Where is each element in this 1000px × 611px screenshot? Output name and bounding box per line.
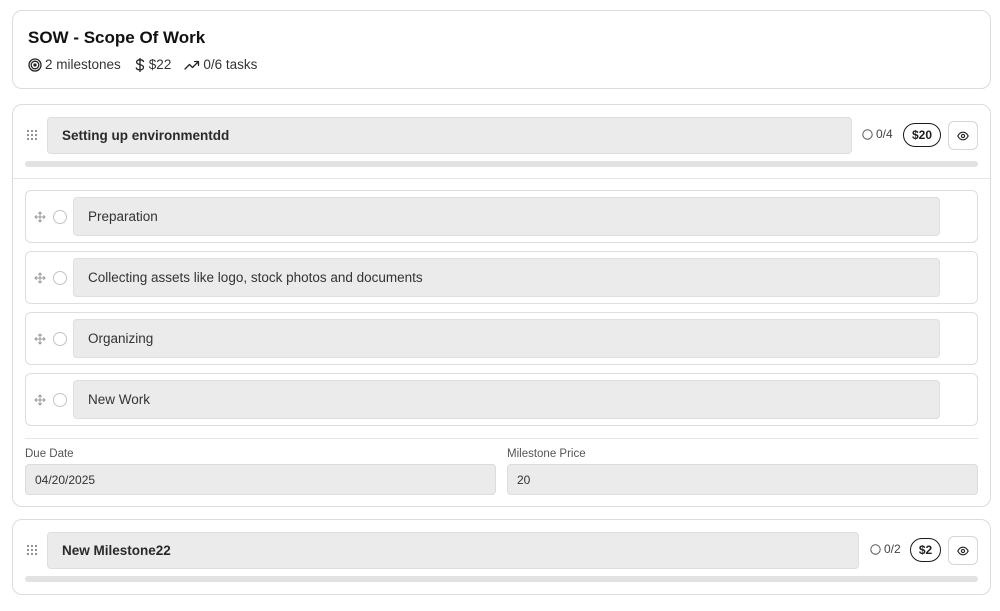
task-checkbox[interactable] — [53, 210, 67, 224]
eye-icon — [957, 546, 969, 555]
milestone-name-input[interactable]: Setting up environmentdd — [47, 117, 852, 154]
drag-handle-icon[interactable] — [26, 129, 38, 141]
move-icon[interactable] — [34, 272, 46, 284]
dollar-icon — [135, 57, 144, 72]
milestone-task-count-text: 0/2 — [884, 542, 901, 556]
sow-header-card: SOW - Scope Of Work 2 milestones $22 0/6… — [12, 10, 991, 89]
due-date-label: Due Date — [25, 448, 74, 460]
toggle-visibility-button[interactable] — [948, 536, 978, 565]
divider — [13, 178, 990, 179]
eye-icon — [957, 131, 969, 140]
task-row: New Work — [25, 373, 978, 426]
tasks-progress: 0/6 tasks — [203, 57, 258, 72]
milestone-price-badge: $20 — [903, 123, 941, 147]
page-title: SOW - Scope Of Work — [28, 28, 206, 47]
due-date-input[interactable]: 04/20/2025 — [25, 464, 496, 495]
task-row: Organizing — [25, 312, 978, 365]
total-price: $22 — [148, 57, 172, 72]
milestone-price-label: Milestone Price — [507, 448, 586, 460]
milestone-price-badge: $2 — [910, 538, 941, 562]
milestone-task-count: 0/2 — [870, 542, 901, 556]
task-input[interactable]: New Work — [73, 380, 940, 419]
circle-icon — [862, 128, 873, 140]
target-icon — [28, 57, 42, 72]
milestone-progress-bar — [25, 576, 978, 582]
task-row: Collecting assets like logo, stock photo… — [25, 251, 978, 304]
tasks-stat: 0/6 tasks — [184, 57, 257, 72]
trending-up-icon — [184, 60, 200, 70]
task-checkbox[interactable] — [53, 332, 67, 346]
milestone-card: Setting up environmentdd 0/4 $20 Prepara… — [12, 104, 991, 507]
milestone-progress-bar — [25, 161, 978, 167]
milestone-task-count-text: 0/4 — [876, 127, 893, 141]
task-checkbox[interactable] — [53, 393, 67, 407]
task-input[interactable]: Preparation — [73, 197, 940, 236]
task-checkbox[interactable] — [53, 271, 67, 285]
drag-handle-icon[interactable] — [26, 544, 38, 556]
milestone-card: New Milestone22 0/2 $2 — [12, 519, 991, 595]
milestone-task-count: 0/4 — [862, 127, 893, 141]
milestone-name-input[interactable]: New Milestone22 — [47, 532, 859, 569]
move-icon[interactable] — [34, 394, 46, 406]
toggle-visibility-button[interactable] — [948, 121, 978, 150]
move-icon[interactable] — [34, 211, 46, 223]
task-input[interactable]: Collecting assets like logo, stock photo… — [73, 258, 940, 297]
task-row: Preparation — [25, 190, 978, 243]
sow-stats: 2 milestones $22 0/6 tasks — [28, 57, 270, 72]
circle-icon — [870, 543, 881, 555]
price-stat: $22 — [134, 57, 172, 72]
milestones-count: 2 milestones — [45, 57, 121, 72]
milestones-stat: 2 milestones — [28, 57, 121, 72]
milestone-price-input[interactable]: 20 — [507, 464, 978, 495]
task-input[interactable]: Organizing — [73, 319, 940, 358]
divider — [25, 438, 978, 439]
move-icon[interactable] — [34, 333, 46, 345]
